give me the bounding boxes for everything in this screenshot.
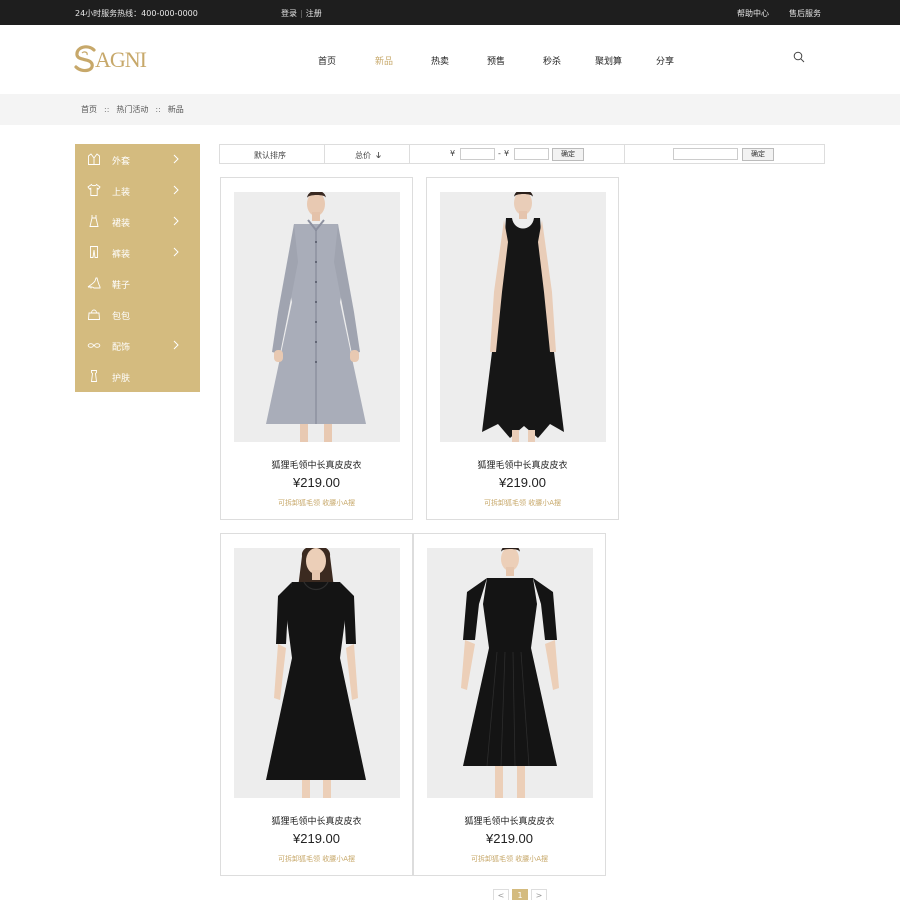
chevron-right-icon — [173, 340, 179, 350]
black-tank-dress-image — [440, 192, 606, 442]
page-1-button[interactable]: 1 — [512, 889, 528, 900]
prev-page-button[interactable]: < — [493, 889, 509, 900]
glasses-icon — [87, 343, 101, 348]
black-knit-dress-image — [427, 548, 593, 798]
breadcrumb-hot-events[interactable]: 热门活动 — [116, 105, 148, 114]
sidebar-item-label: 裤装 — [112, 250, 131, 260]
nav-flash-sale[interactable]: 秒杀 — [543, 54, 561, 67]
product-subtitle: 可拆卸狐毛领 收腰小A摆 — [277, 499, 355, 507]
sidebar-item-label: 上装 — [112, 188, 131, 198]
keyword-cell: 确定 — [625, 145, 824, 163]
chevron-right-icon — [173, 185, 179, 195]
gray-shirt-dress-image — [234, 192, 400, 442]
price-range-cell: ¥ - ¥ 确定 — [410, 145, 625, 163]
nav-share[interactable]: 分享 — [656, 54, 674, 67]
product-card[interactable]: 狐狸毛领中长真皮皮衣 ¥219.00 可拆卸狐毛领 收腰小A摆 — [220, 177, 413, 520]
service-hotline: 24小时服务热线：400-000-0000 — [75, 9, 198, 18]
sort-price: 总价 — [355, 151, 371, 160]
price-min-input[interactable] — [460, 148, 495, 160]
sort-price-cell[interactable]: 总价 — [325, 145, 410, 163]
breadcrumb-separator: :: — [155, 105, 161, 114]
currency-symbol: ¥ — [450, 149, 456, 158]
sidebar-item-shoes[interactable]: 鞋子 — [75, 268, 200, 299]
sort-arrow-icon — [376, 152, 381, 158]
sidebar-item-label: 鞋子 — [112, 281, 131, 291]
next-page-button[interactable]: > — [531, 889, 547, 900]
main-nav: 首页 新品 热卖 预售 秒杀 聚划算 分享 — [0, 54, 900, 68]
sidebar-item-label: 配饰 — [112, 343, 131, 353]
category-sidebar: 外套 上装 裙装 裤装 鞋子 包包 配饰 护肤 — [75, 144, 200, 392]
sort-default-cell[interactable]: 默认排序 — [220, 145, 325, 163]
product-card[interactable]: 狐狸毛领中长真皮皮衣 ¥219.00 可拆卸狐毛领 收腰小A摆 — [413, 533, 606, 876]
price-max-input[interactable] — [514, 148, 549, 160]
keyword-input[interactable] — [673, 148, 738, 160]
product-card[interactable]: 狐狸毛领中长真皮皮衣 ¥219.00 可拆卸狐毛领 收腰小A摆 — [426, 177, 619, 520]
dress-icon — [89, 215, 99, 227]
product-subtitle: 可拆卸狐毛领 收腰小A摆 — [483, 499, 561, 507]
product-title[interactable]: 狐狸毛领中长真皮皮衣 — [427, 458, 618, 471]
register-link[interactable]: 注册 — [306, 9, 322, 18]
currency-symbol: ¥ — [504, 149, 510, 158]
breadcrumb-home[interactable]: 首页 — [81, 105, 97, 114]
nav-new[interactable]: 新品 — [375, 54, 393, 67]
after-sales-link[interactable]: 售后服务 — [789, 8, 821, 19]
product-title[interactable]: 狐狸毛领中长真皮皮衣 — [221, 814, 412, 827]
product-price: ¥219.00 — [486, 831, 533, 846]
auth-divider: | — [300, 9, 303, 18]
top-bar: 24小时服务热线：400-000-0000 登录 | 注册 帮助中心 售后服务 — [0, 0, 900, 25]
sidebar-item-pants[interactable]: 裤装 — [75, 237, 200, 268]
product-price: ¥219.00 — [499, 475, 546, 490]
breadcrumb: 首页:: 热门活动:: 新品 — [81, 104, 184, 115]
price-confirm-button[interactable]: 确定 — [552, 148, 584, 161]
chevron-right-icon — [173, 216, 179, 226]
auth-links: 登录 | 注册 — [281, 8, 322, 19]
breadcrumb-bar: 首页:: 热门活动:: 新品 — [0, 94, 900, 125]
breadcrumb-separator: :: — [104, 105, 110, 114]
sidebar-item-label: 包包 — [112, 312, 131, 322]
login-link[interactable]: 登录 — [281, 9, 297, 18]
product-subtitle: 可拆卸狐毛领 收腰小A摆 — [470, 855, 548, 863]
breadcrumb-current: 新品 — [167, 105, 184, 114]
nav-group-buy[interactable]: 聚划算 — [595, 54, 622, 67]
sidebar-item-bags[interactable]: 包包 — [75, 299, 200, 330]
black-pleat-dress-image — [234, 548, 400, 798]
product-image[interactable] — [440, 192, 606, 442]
site-header: AGNI 首页 新品 热卖 预售 秒杀 聚划算 分享 — [0, 25, 900, 94]
sidebar-item-label: 外套 — [112, 157, 131, 167]
product-price: ¥219.00 — [293, 475, 340, 490]
sidebar-item-dresses[interactable]: 裙装 — [75, 206, 200, 237]
sidebar-item-skincare[interactable]: 护肤 — [75, 361, 200, 392]
sidebar-item-accessories[interactable]: 配饰 — [75, 330, 200, 361]
coat-icon — [88, 153, 100, 165]
sidebar-item-label: 裙装 — [112, 219, 131, 229]
sidebar-item-label: 护肤 — [112, 374, 131, 384]
lotion-icon — [90, 370, 98, 382]
product-title[interactable]: 狐狸毛领中长真皮皮衣 — [221, 458, 412, 471]
product-subtitle: 可拆卸狐毛领 收腰小A摆 — [277, 855, 355, 863]
range-dash: - — [498, 149, 501, 158]
product-image[interactable] — [234, 548, 400, 798]
search-icon[interactable] — [793, 51, 805, 63]
sidebar-item-coats[interactable]: 外套 — [75, 144, 200, 175]
product-title[interactable]: 狐狸毛领中长真皮皮衣 — [414, 814, 605, 827]
bag-icon — [88, 309, 100, 320]
product-card[interactable]: 狐狸毛领中长真皮皮衣 ¥219.00 可拆卸狐毛领 收腰小A摆 — [220, 533, 413, 876]
keyword-confirm-button[interactable]: 确定 — [742, 148, 774, 161]
heel-icon — [87, 277, 101, 289]
nav-presale[interactable]: 预售 — [487, 54, 505, 67]
chevron-right-icon — [173, 247, 179, 257]
nav-hot[interactable]: 热卖 — [431, 54, 449, 67]
shirt-icon — [87, 183, 101, 196]
help-center-link[interactable]: 帮助中心 — [737, 8, 769, 19]
sidebar-item-tops[interactable]: 上装 — [75, 175, 200, 206]
sort-default: 默认排序 — [254, 151, 286, 160]
product-price: ¥219.00 — [293, 831, 340, 846]
nav-home[interactable]: 首页 — [318, 54, 336, 67]
product-image[interactable] — [234, 192, 400, 442]
pants-icon — [90, 246, 98, 258]
product-image[interactable] — [427, 548, 593, 798]
chevron-right-icon — [173, 154, 179, 164]
filter-bar: 默认排序 总价 ¥ - ¥ 确定 确定 — [219, 144, 825, 164]
